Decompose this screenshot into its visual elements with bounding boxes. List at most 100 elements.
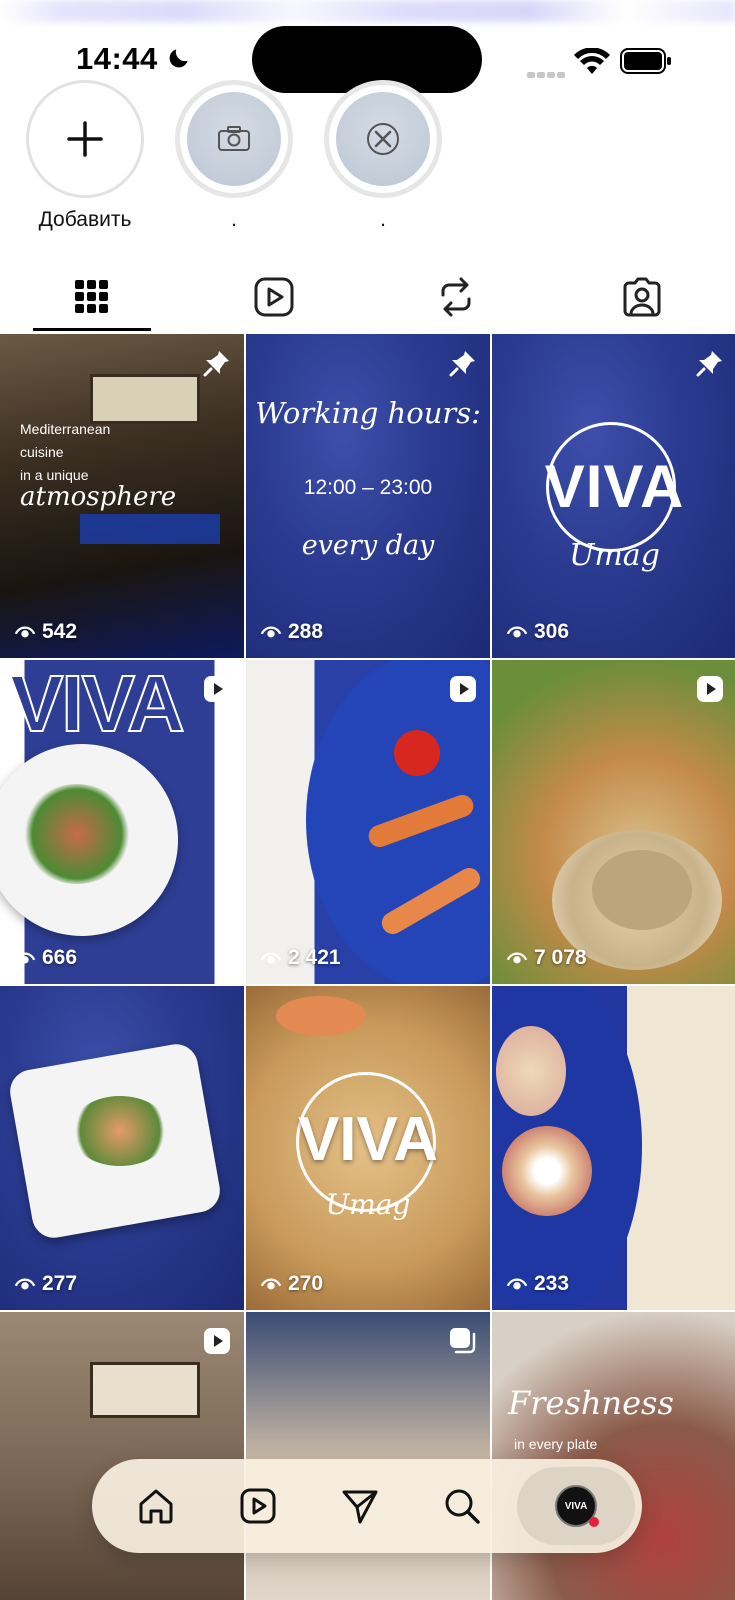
nav-direct[interactable] [310,1459,410,1553]
highlight-add[interactable]: Добавить [24,80,146,232]
post-caption: in every plate [514,1436,598,1452]
status-time: 14:44 [76,41,158,76]
view-count: 306 [506,620,569,644]
highlight-add-ring[interactable] [26,80,144,198]
salad [22,784,132,884]
highlight-camera[interactable]: . [173,80,295,232]
scallop-shell [502,1126,592,1216]
caption-script: Working hours: [255,396,481,430]
view-count: 666 [14,946,77,970]
view-count-value: 277 [42,1272,78,1295]
highlight-label: . [380,208,386,231]
grid-icon [75,280,108,313]
highlight-ring[interactable] [324,80,442,198]
post-tile[interactable]: 277 [0,986,244,1310]
nav-home[interactable] [106,1459,206,1553]
highlight-label: Добавить [38,208,132,231]
scallop-shell [496,1026,566,1116]
table-shape [80,514,220,544]
eye-icon [260,1278,282,1290]
nav-reels[interactable] [208,1459,308,1553]
tab-reels[interactable] [214,262,334,332]
logo-subtitle: Umag [569,538,660,573]
tab-posts-grid[interactable] [32,262,152,332]
search-icon [445,1489,480,1524]
reel-icon [697,676,723,702]
post-tile[interactable]: VIVA 666 [0,660,244,984]
profile-tabs [0,262,735,332]
caption-script: Freshness [508,1384,674,1422]
profile-avatar: VIVA [555,1485,599,1527]
active-tab-indicator [33,328,151,331]
post-caption: Mediterranean cuisine in a unique [20,418,110,487]
direct-icon [342,1490,378,1524]
view-count-value: 306 [534,620,570,643]
post-tile[interactable]: Working hours: 12:00 – 23:00 every day 2… [246,334,490,658]
battery-icon [620,48,671,74]
view-count: 233 [506,1272,569,1296]
eye-icon [506,1278,528,1290]
eye-icon [260,626,282,638]
highlight-cutlery[interactable]: . [322,80,444,232]
post-tile[interactable]: VIVA Umag 306 [492,334,735,658]
repost-icon [441,277,471,317]
scallop [592,850,692,930]
post-tile[interactable]: 7 078 [492,660,735,984]
home-icon [139,1489,173,1524]
caption-script: atmosphere [20,482,177,512]
notification-dot [589,1517,599,1527]
pin-icon [696,351,722,377]
post-tile[interactable]: Mediterranean cuisine in a unique atmosp… [0,334,244,658]
tomato [394,730,440,776]
highlight-cover [187,92,281,186]
post-tile[interactable] [246,1312,490,1600]
view-count-value: 270 [288,1272,324,1295]
tab-reposts[interactable] [396,262,516,332]
reel-icon [204,1328,230,1354]
post-tile[interactable] [0,1312,244,1600]
post-tile[interactable]: 2 421 [246,660,490,984]
prawn [276,996,366,1036]
bottom-tab-bar: VIVA [92,1459,642,1553]
eye-icon [506,626,528,638]
view-count: 542 [14,620,77,644]
wall-picture [90,1362,200,1418]
highlight-label: . [231,208,237,231]
camera-icon [218,126,250,151]
moon-icon [169,49,188,68]
highlight-ring[interactable] [175,80,293,198]
caption-line: Mediterranean [20,421,111,437]
view-count-value: 2 421 [288,946,341,969]
wall-picture [90,374,200,424]
plus-icon [67,121,103,157]
nav-search[interactable] [412,1459,512,1553]
caption-line: cuisine [20,444,64,460]
avatar-text: VIVA [564,1500,588,1512]
view-count: 288 [260,620,323,644]
salad [70,1096,170,1166]
eye-icon [14,1278,36,1290]
posts-grid: Mediterranean cuisine in a unique atmosp… [0,334,735,1600]
eye-icon [14,952,36,964]
caption-script: every day [301,530,435,561]
highlight-cover [336,92,430,186]
nav-profile[interactable]: VIVA [526,1459,626,1553]
eye-icon [260,952,282,964]
reel-icon [204,676,230,702]
post-tile[interactable]: 233 [492,986,735,1310]
pin-icon [203,351,229,377]
post-tile[interactable]: VIVA Umag 270 [246,986,490,1310]
top-glow [0,0,735,22]
logo-subtitle: Umag [325,1188,411,1221]
post-tile[interactable]: Freshness in every plate [492,1312,735,1600]
eye-icon [14,626,36,638]
reels-icon [240,1488,276,1524]
carousel-icon [450,1328,476,1354]
cutlery-icon [367,123,399,155]
view-count: 7 078 [506,946,587,970]
view-count-value: 542 [42,620,78,643]
story-highlights: Добавить . . [0,80,735,240]
eye-icon [506,952,528,964]
wifi-icon [574,48,610,74]
tab-tagged[interactable] [582,262,702,332]
